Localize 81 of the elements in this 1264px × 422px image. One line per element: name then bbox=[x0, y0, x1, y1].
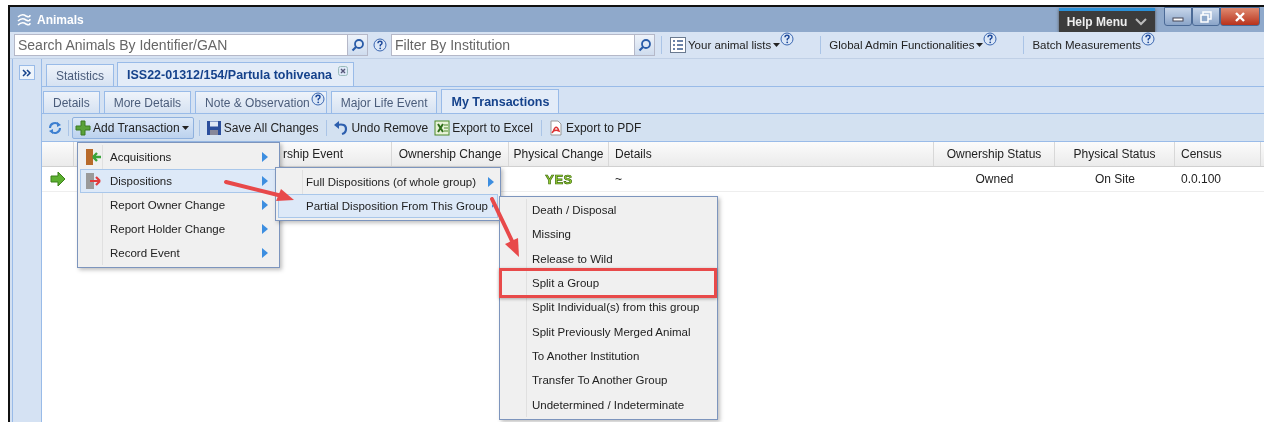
close-button[interactable] bbox=[1220, 7, 1260, 26]
column-header[interactable]: Physical Status bbox=[1073, 147, 1156, 161]
column-header[interactable]: rship Event bbox=[283, 147, 344, 161]
list-icon bbox=[670, 37, 686, 53]
caret-icon bbox=[181, 125, 189, 130]
help-menu-button[interactable]: Help Menu bbox=[1059, 8, 1155, 32]
close-icon[interactable] bbox=[338, 65, 348, 76]
toolbar-menu[interactable]: Your animal lists bbox=[688, 39, 772, 51]
search-button[interactable] bbox=[635, 34, 655, 56]
spreadsheet-icon bbox=[434, 119, 451, 136]
logo-icon bbox=[16, 11, 32, 28]
document-icon bbox=[547, 119, 564, 136]
menu-item[interactable]: Partial Disposition From This Group bbox=[278, 194, 498, 218]
filter-field[interactable]: Filter By Institution bbox=[391, 34, 635, 56]
menu-item[interactable]: Full Dispositions (of whole group) bbox=[278, 170, 498, 194]
submenu-arrow-icon bbox=[262, 152, 268, 162]
refresh-icon[interactable] bbox=[47, 119, 63, 136]
column-header[interactable]: Census bbox=[1181, 147, 1222, 161]
tab[interactable]: Statistics bbox=[46, 64, 114, 86]
toolbar-menu[interactable]: Batch Measurements bbox=[1032, 39, 1142, 51]
table-cell: 0.0.100 bbox=[1181, 172, 1222, 186]
chevron-icon bbox=[1135, 17, 1148, 26]
menu-item[interactable]: Report Owner Change bbox=[80, 193, 277, 217]
status-text: YES bbox=[545, 171, 573, 187]
tab[interactable]: ISS22-01312/154/Partula tohiveana bbox=[117, 62, 354, 86]
menu-item[interactable]: Death / Disposal bbox=[502, 198, 715, 223]
help-icon[interactable] bbox=[373, 38, 387, 52]
menu-item[interactable]: Release to Wild bbox=[502, 246, 715, 271]
table-cell: On Site bbox=[1095, 172, 1135, 186]
menu-item[interactable]: Record Event bbox=[80, 241, 277, 265]
menu-item[interactable]: Transfer To Another Group bbox=[502, 368, 715, 393]
toolbar-button[interactable]: Save All Changes bbox=[202, 116, 322, 139]
submenu-arrow-icon bbox=[262, 200, 268, 210]
annotation-arrow bbox=[224, 179, 296, 203]
door-arrow-icon bbox=[84, 148, 102, 166]
restore-icon bbox=[1200, 10, 1212, 23]
submenu-arrow-icon bbox=[262, 224, 268, 234]
undo-icon bbox=[333, 119, 350, 136]
restore-button[interactable] bbox=[1192, 7, 1220, 26]
menu-item[interactable]: Report Holder Change bbox=[80, 217, 277, 241]
tab[interactable]: Major Life Event bbox=[330, 91, 438, 113]
table-cell: Owned bbox=[975, 172, 1014, 186]
menu-item[interactable]: Split Individual(s) from this group bbox=[502, 295, 715, 320]
toolbar-button[interactable]: Export to PDF bbox=[544, 116, 645, 139]
help-icon[interactable] bbox=[780, 32, 795, 46]
menu-item[interactable]: Split Previously Merged Animal bbox=[502, 319, 715, 344]
search-field[interactable]: Search Animals By Identifier/GAN bbox=[14, 34, 348, 56]
toolbar-button[interactable]: Undo Remove bbox=[330, 116, 432, 139]
plus-icon bbox=[75, 119, 91, 136]
window-title: Animals bbox=[37, 12, 84, 27]
menu-item[interactable]: To Another Institution bbox=[502, 343, 715, 369]
submenu-arrow-icon bbox=[488, 177, 494, 187]
submenu-arrow-icon bbox=[262, 248, 268, 258]
tab[interactable]: Note & Observation bbox=[195, 91, 327, 113]
table-cell: ~ bbox=[615, 172, 622, 186]
help-icon[interactable] bbox=[983, 32, 998, 46]
column-header[interactable]: Details bbox=[615, 147, 652, 161]
column-header[interactable]: Ownership Status bbox=[946, 147, 1042, 161]
save-icon bbox=[205, 119, 222, 136]
tab[interactable]: More Details bbox=[103, 91, 192, 113]
menu-item[interactable]: Undetermined / Indeterminate bbox=[502, 392, 715, 417]
search-button[interactable] bbox=[348, 34, 368, 56]
menu-item[interactable]: Split a Group bbox=[502, 270, 715, 296]
expand-icon bbox=[22, 68, 32, 77]
toolbar-button[interactable]: Add Transaction bbox=[72, 116, 194, 139]
menu-item[interactable]: Missing bbox=[502, 222, 715, 247]
minimize-button[interactable] bbox=[1164, 7, 1192, 26]
door-arrow-icon bbox=[84, 172, 102, 190]
expand-button[interactable] bbox=[19, 65, 35, 80]
close-icon bbox=[1234, 11, 1246, 22]
toolbar-menu[interactable]: Global Admin Functionalities bbox=[829, 39, 975, 51]
menu-item[interactable]: Acquisitions bbox=[80, 145, 277, 169]
tab[interactable]: My Transactions bbox=[441, 89, 560, 113]
help-icon[interactable] bbox=[310, 92, 325, 106]
column-header[interactable]: Ownership Change bbox=[398, 147, 502, 161]
toolbar-button[interactable]: Export to Excel bbox=[431, 116, 536, 139]
column-header[interactable]: Physical Change bbox=[513, 147, 604, 161]
submenu-arrow-icon bbox=[262, 176, 268, 186]
tab[interactable]: Details bbox=[43, 91, 100, 113]
menu-item[interactable]: Dispositions bbox=[80, 169, 277, 193]
help-icon[interactable] bbox=[1141, 32, 1156, 46]
